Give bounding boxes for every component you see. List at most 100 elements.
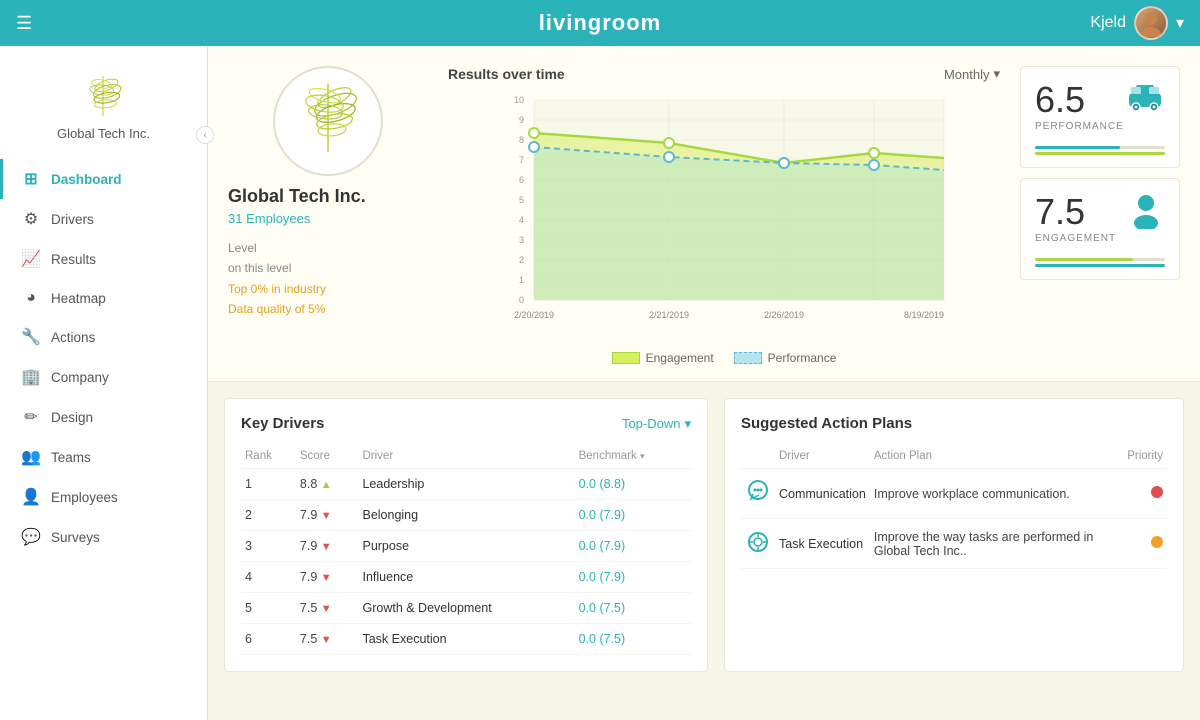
driver-cell: Task Execution [358,624,574,655]
action-plans-table: Driver Action Plan Priority Communicatio… [741,444,1167,569]
col-score: Score [296,444,359,469]
driver-cell: Growth & Development [358,593,574,624]
sidebar-item-actions[interactable]: 🔧 Actions [0,317,207,357]
col-rank: Rank [241,444,296,469]
svg-text:2/26/2019: 2/26/2019 [764,310,804,320]
svg-text:7: 7 [519,155,524,165]
svg-text:4: 4 [519,215,524,225]
chart-legend: Engagement Performance [448,351,1000,365]
rank-cell: 3 [241,531,296,562]
sidebar-item-teams[interactable]: 👥 Teams [0,437,207,477]
svg-text:9: 9 [519,115,524,125]
benchmark-cell: 0.0 (7.9) [575,531,691,562]
top-industry: Top 0% in industry [228,282,326,296]
sidebar-item-heatmap[interactable]: ◕ Heatmap [0,279,207,317]
sidebar-label-surveys: Surveys [51,530,100,545]
priority-dot [1151,486,1163,498]
legend-engagement-color [612,352,640,364]
company-name: Global Tech Inc. [228,186,428,207]
table-row: Communication Improve workplace communic… [741,469,1167,519]
sidebar-item-results[interactable]: 📈 Results [0,239,207,279]
topbar: ☰ livingroom Kjeld ▾ [0,0,1200,46]
sidebar-item-design[interactable]: ✏ Design [0,397,207,437]
sidebar-item-company[interactable]: 🏢 Company [0,357,207,397]
performance-bar [1035,146,1165,149]
svg-text:8: 8 [519,135,524,145]
sidebar-label-actions: Actions [51,330,95,345]
sidebar-item-dashboard[interactable]: ⊞ Dashboard [0,159,207,199]
user-menu[interactable]: Kjeld ▾ [1090,6,1184,40]
topdown-dropdown-icon: ▾ [684,416,691,432]
chart-title: Results over time [448,66,565,82]
table-row: 6 7.5 ▼ Task Execution 0.0 (7.5) [241,624,691,655]
sidebar-item-surveys[interactable]: 💬 Surveys [0,517,207,557]
svg-text:8/19/2019: 8/19/2019 [904,310,944,320]
topdown-label: Top-Down [622,416,681,431]
period-selector[interactable]: Monthly ▾ [944,66,1000,82]
sidebar-label-results: Results [51,252,96,267]
ap-col-driver [741,444,775,469]
trend-down-icon: ▼ [321,510,332,522]
score-cell: 8.8 ▲ [296,469,359,500]
sidebar-item-drivers[interactable]: ⚙ Drivers [0,199,207,239]
driver-cell: Purpose [358,531,574,562]
svg-text:0: 0 [519,295,524,305]
sidebar: ‹ [0,46,208,720]
engagement-label: ENGAGEMENT [1035,233,1116,244]
bottom-section: Key Drivers Top-Down ▾ Rank Score Driver… [208,382,1200,688]
chart-title-bold: over time [502,66,564,82]
trend-down-icon: ▼ [321,634,332,646]
rank-cell: 4 [241,562,296,593]
benchmark-cell: 0.0 (7.5) [575,593,691,624]
sidebar-label-teams: Teams [51,450,91,465]
app-title: livingroom [539,10,661,36]
avatar [1134,6,1168,40]
trend-down-icon: ▼ [321,603,332,615]
score-cell: 7.9 ▼ [296,562,359,593]
benchmark-cell: 0.0 (7.9) [575,500,691,531]
company-meta: Level on this level Top 0% in industry D… [228,238,428,320]
results-icon: 📈 [21,249,41,269]
ap-driver-name: Task Execution [775,519,870,569]
user-dropdown-arrow: ▾ [1176,13,1184,33]
table-row: 1 8.8 ▲ Leadership 0.0 (8.8) [241,469,691,500]
table-row: 2 7.9 ▼ Belonging 0.0 (7.9) [241,500,691,531]
benchmark-cell: 0.0 (7.9) [575,562,691,593]
ap-col-action: Action Plan [870,444,1123,469]
chart-header: Results over time Monthly ▾ [448,66,1000,82]
key-drivers-header: Key Drivers Top-Down ▾ [241,415,691,432]
period-dropdown-icon: ▾ [993,66,1000,82]
legend-performance-label: Performance [768,351,837,365]
ap-col-driver-name: Driver [775,444,870,469]
action-plans-panel: Suggested Action Plans Driver Action Pla… [724,398,1184,672]
chart-title-plain: Results [448,66,502,82]
svg-text:3: 3 [519,235,524,245]
driver-cell: Influence [358,562,574,593]
design-icon: ✏ [21,407,41,427]
topdown-selector[interactable]: Top-Down ▾ [622,416,691,432]
svg-text:2: 2 [519,255,524,265]
company-logo [273,66,383,176]
sidebar-label-design: Design [51,410,93,425]
sidebar-item-employees[interactable]: 👤 Employees [0,477,207,517]
engagement-bar-secondary [1035,264,1165,267]
trend-up-icon: ▲ [321,479,332,491]
hamburger-icon[interactable]: ☰ [16,13,32,34]
priority-dot [1151,536,1163,548]
sidebar-company-name: Global Tech Inc. [0,126,207,141]
dashboard-icon: ⊞ [21,169,41,189]
level-label: Level [228,241,257,255]
performance-bar-secondary [1035,152,1165,155]
engagement-bar-fill [1035,258,1133,261]
teams-icon: 👥 [21,447,41,467]
table-row: 5 7.5 ▼ Growth & Development 0.0 (7.5) [241,593,691,624]
rank-cell: 6 [241,624,296,655]
ap-priority [1123,469,1167,519]
legend-performance-color [734,352,762,364]
drivers-icon: ⚙ [21,209,41,229]
table-row: 4 7.9 ▼ Influence 0.0 (7.9) [241,562,691,593]
communication-icon [745,479,771,505]
sidebar-collapse-button[interactable]: ‹ [196,126,214,144]
sidebar-nav: ⊞ Dashboard ⚙ Drivers 📈 Results ◕ Heatma… [0,159,207,720]
ap-priority [1123,519,1167,569]
